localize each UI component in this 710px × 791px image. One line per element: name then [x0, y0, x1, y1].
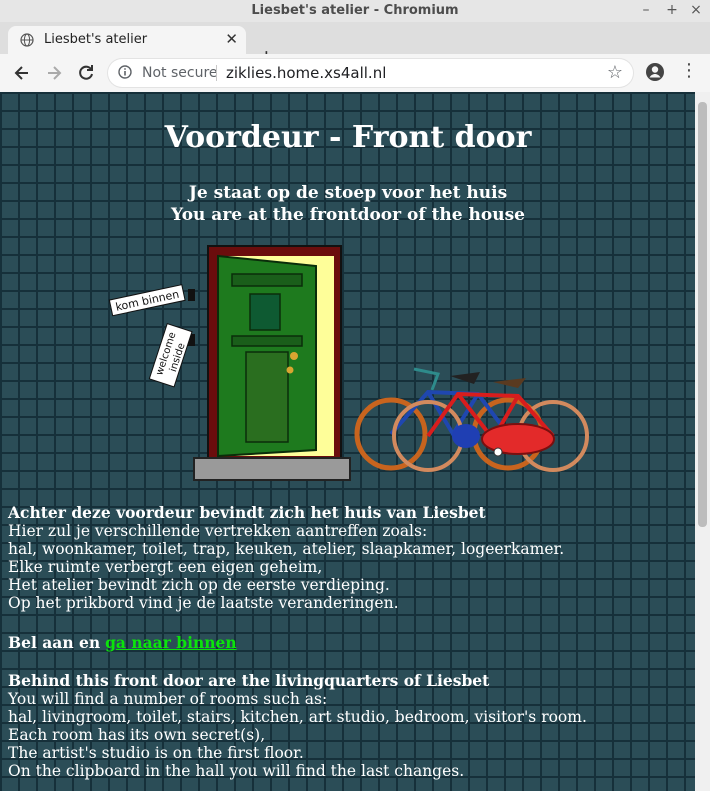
dutch-line-2: hal, woonkamer, toilet, trap, keuken, at… [8, 540, 565, 558]
english-line-4: The artist's studio is on the first floo… [8, 744, 304, 762]
forward-arrow-icon[interactable] [44, 63, 64, 83]
address-separator [216, 65, 217, 81]
dutch-line-4: Het atelier bevindt zich op de eerste ve… [8, 576, 390, 594]
page-subtitle: Je staat op de stoep voor het huis You a… [8, 182, 688, 226]
english-line-2: hal, livingroom, toilet, stairs, kitchen… [8, 708, 587, 726]
scrollbar-thumb[interactable] [698, 102, 707, 527]
maximize-icon[interactable]: + [664, 2, 680, 18]
window-titlebar: Liesbet's atelier - Chromium – + × [0, 0, 710, 22]
tab-title: Liesbet's atelier [44, 32, 148, 47]
ring-text: Bel aan en [8, 633, 101, 652]
info-icon[interactable] [118, 65, 132, 79]
enter-house-link[interactable]: ga naar binnen [105, 633, 237, 652]
minimize-icon[interactable]: – [638, 2, 654, 18]
subtitle-english: You are at the frontdoor of the house [171, 205, 525, 225]
sign-welcome-inside: welcome inside [148, 323, 195, 388]
page-viewport: Voordeur - Front door Je staat op de sto… [0, 92, 695, 791]
dutch-line-3: Elke ruimte verbergt een eigen geheim, [8, 558, 323, 576]
reload-icon[interactable] [76, 63, 96, 83]
tab-liesbets-atelier[interactable]: Liesbet's atelier ✕ [8, 26, 246, 54]
bicycles [354, 367, 589, 472]
browser-toolbar: Not secure ziklies.home.xs4all.nl ☆ ⋮ [0, 54, 710, 93]
ring-line: Bel aan en ga naar binnen [8, 634, 688, 652]
back-arrow-icon[interactable] [12, 63, 32, 83]
english-line-5: On the clipboard in the hall you will fi… [8, 762, 465, 780]
url-text[interactable]: ziklies.home.xs4all.nl [226, 64, 386, 82]
window-title: Liesbet's atelier - Chromium [251, 3, 459, 18]
security-status[interactable]: Not secure [142, 65, 218, 81]
account-icon[interactable] [645, 62, 665, 82]
english-line-1: You will find a number of rooms such as: [8, 690, 328, 708]
dutch-description: Achter deze voordeur bevindt zich het hu… [8, 503, 688, 613]
vertical-scrollbar[interactable] [695, 92, 710, 791]
globe-icon [20, 33, 34, 47]
menu-dots-icon[interactable]: ⋮ [680, 60, 698, 81]
page-title: Voordeur - Front door [164, 120, 532, 155]
door[interactable] [193, 245, 351, 481]
address-bar[interactable]: Not secure ziklies.home.xs4all.nl ☆ [108, 59, 633, 87]
front-door-illustration[interactable]: kom binnen welcome inside [108, 244, 608, 484]
bookmark-star-icon[interactable]: ☆ [607, 62, 623, 83]
subtitle-dutch: Je staat op de stoep voor het huis [188, 183, 508, 203]
close-window-icon[interactable]: × [688, 2, 704, 18]
english-line-3: Each room has its own secret(s), [8, 726, 266, 744]
dutch-heading: Achter deze voordeur bevindt zich het hu… [8, 503, 486, 522]
english-description: Behind this front door are the livingqua… [8, 671, 688, 781]
tab-strip: Liesbet's atelier ✕ + [0, 22, 710, 67]
dutch-line-5: Op het prikbord vind je de laatste veran… [8, 594, 399, 612]
close-tab-icon[interactable]: ✕ [225, 30, 238, 48]
sign-kom-binnen: kom binnen [108, 284, 195, 317]
english-heading: Behind this front door are the livingqua… [8, 671, 490, 690]
dutch-line-1: Hier zul je verschillende vertrekken aan… [8, 522, 428, 540]
